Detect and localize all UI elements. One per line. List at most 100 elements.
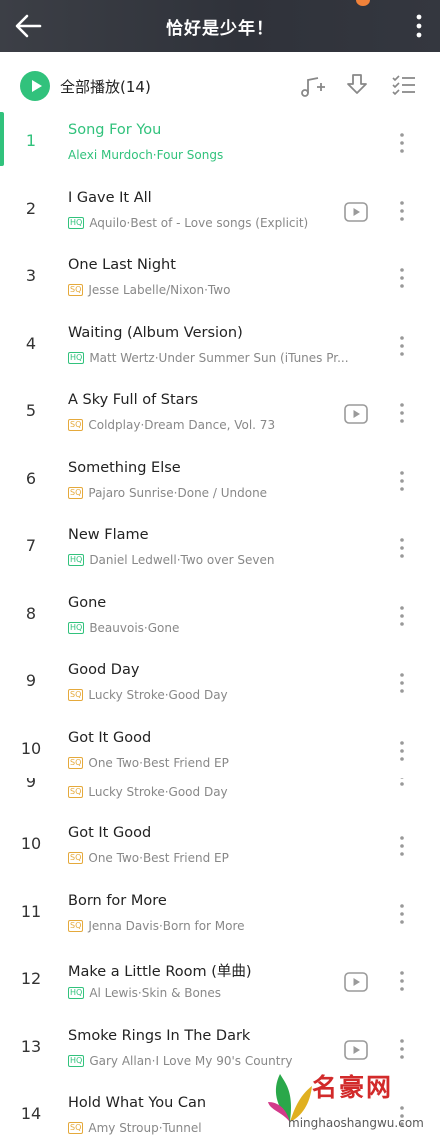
song-row[interactable]: 4 Waiting (Album Version) HQ Matt Wertz·Und… xyxy=(0,313,440,381)
download-icon[interactable] xyxy=(343,71,371,99)
notification-dot xyxy=(356,0,370,6)
quality-badge: SQ xyxy=(68,284,84,296)
quality-badge: HQ xyxy=(68,216,85,229)
song-number: 9 xyxy=(25,778,37,791)
more-vertical-icon[interactable] xyxy=(396,400,408,426)
song-subtitle: SQ Lucky Stroke·Good Day xyxy=(68,688,228,702)
song-row[interactable]: 8 Gone HQ Beauvois·Gone xyxy=(0,583,440,651)
more-vertical-icon[interactable] xyxy=(396,333,408,359)
top-bar: 恰好是少年！ xyxy=(0,0,440,52)
more-vertical-icon[interactable] xyxy=(396,265,408,291)
song-subtitle: SQ Pajaro Sunrise·Done / Undone xyxy=(68,486,267,500)
partial-song-row: 9 SQ Lucky Stroke·Good Day xyxy=(0,778,440,806)
song-number: 8 xyxy=(25,603,37,623)
song-number: 12 xyxy=(20,969,42,988)
more-vertical-icon[interactable] xyxy=(396,198,408,224)
song-row[interactable]: 9 Good Day SQ Lucky Stroke·Good Day xyxy=(0,650,440,718)
song-row[interactable]: 1 Song For You Alexi Murdoch·Four Songs xyxy=(0,110,440,178)
song-row[interactable]: 5 A Sky Full of Stars SQ Coldplay·Dream Dan… xyxy=(0,380,440,448)
more-vertical-icon[interactable] xyxy=(396,738,408,764)
quality-badge: SQ xyxy=(68,786,84,798)
more-vertical-icon[interactable] xyxy=(396,603,408,629)
song-row[interactable]: 6 Something Else SQ Pajaro Sunrise·Done / U… xyxy=(0,448,440,516)
mv-play-icon[interactable] xyxy=(344,201,368,222)
song-number: 4 xyxy=(25,333,37,353)
song-artist-album: Matt Wertz·Under Summer Sun (iTunes Pr..… xyxy=(89,350,349,365)
song-row[interactable]: 12 Make a Little Room (单曲) HQ Al Lewis·Skin… xyxy=(0,948,440,1016)
mv-play-icon[interactable] xyxy=(344,404,368,424)
more-vertical-icon[interactable] xyxy=(396,901,408,927)
song-title: Got It Good xyxy=(68,825,152,841)
song-title: A Sky Full of Stars xyxy=(68,392,199,408)
song-row[interactable]: 2 I Gave It All HQ Aquilo·Best of - Love so… xyxy=(0,178,440,246)
more-vertical-icon[interactable] xyxy=(396,130,408,156)
more-vertical-icon[interactable] xyxy=(396,670,408,696)
quality-badge: SQ xyxy=(68,689,84,701)
song-row[interactable]: 7 New Flame HQ Daniel Ledwell·Two over Seve… xyxy=(0,515,440,583)
song-row[interactable]: 3 One Last Night SQ Jesse Labelle/Nixon·Two xyxy=(0,245,440,313)
song-title: Something Else xyxy=(68,459,181,476)
mv-play-icon[interactable] xyxy=(344,1039,368,1060)
more-vertical-icon[interactable] xyxy=(396,778,408,786)
song-number: 13 xyxy=(20,1036,42,1056)
more-vertical-icon[interactable] xyxy=(396,535,408,561)
song-artist-album: One Two·Best Friend EP xyxy=(88,755,229,770)
song-artist-album: Beauvois·Gone xyxy=(89,620,180,635)
song-row[interactable]: 11 Born for More SQ Jenna Davis·Born for Mo… xyxy=(0,881,440,949)
playlist-toolbar: 全部播放(14) xyxy=(0,52,440,112)
more-vertical-icon[interactable] xyxy=(396,833,408,859)
song-artist-album: Pajaro Sunrise·Done / Undone xyxy=(88,485,268,500)
quality-badge: SQ xyxy=(68,486,84,499)
song-subtitle: SQ Lucky Stroke·Good Day xyxy=(68,785,228,799)
song-row[interactable]: 10 Got It Good SQ One Two·Best Friend EP xyxy=(0,813,440,881)
song-artist-album: Jesse Labelle/Nixon·Two xyxy=(88,283,231,297)
song-number: 11 xyxy=(20,901,42,921)
quality-badge: SQ xyxy=(68,919,84,932)
song-artist-album: Amy Stroup·Tunnel xyxy=(88,1121,202,1135)
song-number: 10 xyxy=(20,738,42,758)
song-number: 14 xyxy=(20,1104,42,1123)
more-vertical-icon[interactable] xyxy=(396,968,408,994)
quality-badge: SQ xyxy=(68,1122,84,1134)
song-artist-album: Lucky Stroke·Good Day xyxy=(88,688,228,702)
now-playing-indicator xyxy=(0,112,4,166)
quality-badge: SQ xyxy=(68,852,84,864)
watermark-domain: minghaoshangwu.com xyxy=(288,1116,424,1130)
song-title: Got It Good xyxy=(68,729,152,746)
mv-play-icon[interactable] xyxy=(344,972,368,992)
song-title: Smoke Rings In The Dark xyxy=(68,1027,251,1044)
song-row[interactable]: 10 Got It Good SQ One Two·Best Friend EP xyxy=(0,718,440,786)
song-title: Make a Little Room (单曲) xyxy=(68,964,252,980)
more-vertical-icon[interactable] xyxy=(396,1036,408,1062)
add-to-playlist-icon[interactable] xyxy=(298,71,326,99)
play-all-button[interactable] xyxy=(20,71,50,101)
song-number: 9 xyxy=(25,671,37,690)
song-title: New Flame xyxy=(68,527,149,543)
watermark-brand: 名豪网 xyxy=(312,1073,394,1102)
song-number: 1 xyxy=(25,131,37,150)
song-artist-album: Al Lewis·Skin & Bones xyxy=(89,986,222,1000)
play-circle-icon xyxy=(32,80,42,92)
quality-badge: HQ xyxy=(68,554,85,566)
quality-badge: SQ xyxy=(68,419,84,431)
song-title: Hold What You Can xyxy=(68,1095,207,1111)
multi-select-icon[interactable] xyxy=(390,71,418,99)
song-artist-album: One Two·Best Friend EP xyxy=(88,851,229,865)
song-subtitle: SQ Amy Stroup·Tunnel xyxy=(68,1121,202,1135)
song-artist-album: Lucky Stroke·Good Day xyxy=(88,785,228,799)
song-title: Born for More xyxy=(68,892,167,909)
play-all-label[interactable]: 全部播放(14) xyxy=(60,76,151,97)
song-subtitle: SQ One Two·Best Friend EP xyxy=(68,756,229,770)
song-subtitle: HQ Aquilo·Best of - Love songs (Explicit) xyxy=(68,216,308,230)
song-subtitle: HQ Al Lewis·Skin & Bones xyxy=(68,986,221,1000)
song-title: Song For You xyxy=(68,122,162,138)
song-subtitle: Alexi Murdoch·Four Songs xyxy=(68,148,223,162)
song-artist-album: Jenna Davis·Born for More xyxy=(88,918,245,933)
more-vertical-icon[interactable] xyxy=(396,468,408,494)
quality-badge: HQ xyxy=(68,1054,85,1067)
song-title: Good Day xyxy=(68,662,140,678)
more-vertical-icon[interactable] xyxy=(412,12,426,40)
song-title: Gone xyxy=(68,594,107,611)
song-title: One Last Night xyxy=(68,257,176,273)
quality-badge: HQ xyxy=(68,621,85,634)
